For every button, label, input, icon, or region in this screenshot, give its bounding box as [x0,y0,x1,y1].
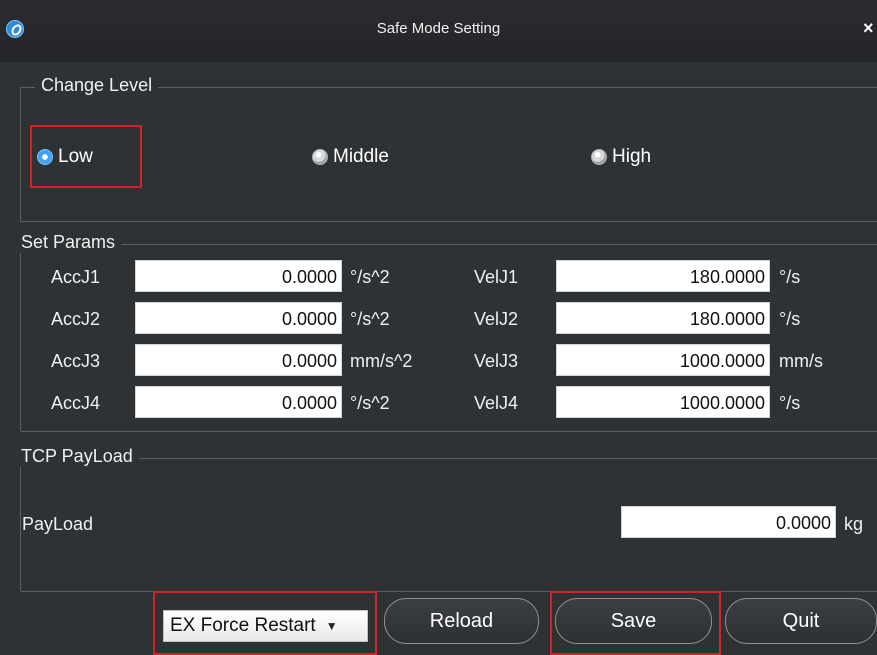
set-params-title: Set Params [15,232,122,253]
chevron-down-icon[interactable]: ▼ [326,619,338,633]
radio-middle[interactable]: Middle [312,146,389,168]
velj2-input[interactable]: 180.0000 [556,302,770,334]
accj2-input[interactable]: 0.0000 [135,302,342,334]
accj3-unit: mm/s^2 [350,351,413,371]
tcp-payload-title: TCP PayLoad [15,446,139,467]
change-level-group: Change Level [20,75,877,222]
change-level-title: Change Level [35,75,159,96]
window-header: Safe Mode Setting × [0,0,877,62]
velj1-unit: °/s [779,267,801,287]
payload-input[interactable]: 0.0000 [621,506,836,538]
accj1-label: AccJ1 [51,267,101,287]
safe-mode-panel: Change Level Low Middle High Set Params … [0,62,877,655]
save-button-label: Save [610,609,657,632]
radio-low-indicator[interactable] [37,149,53,165]
radio-middle-label: Middle [333,146,389,167]
accj3-label: AccJ3 [51,351,101,371]
velj4-unit: °/s [779,393,801,413]
radio-low-label: Low [58,146,93,167]
payload-label: PayLoad [22,514,94,534]
velj3-unit: mm/s [779,351,823,371]
accj2-unit: °/s^2 [350,309,390,329]
close-icon[interactable]: × [863,18,877,39]
reload-button[interactable]: Reload [384,598,539,644]
accj1-unit: °/s^2 [350,267,390,287]
velj4-input[interactable]: 1000.0000 [556,386,770,418]
radio-middle-indicator[interactable] [312,149,328,165]
quit-button-label: Quit [782,609,820,632]
accj1-input[interactable]: 0.0000 [135,260,342,292]
velj2-unit: °/s [779,309,801,329]
accj4-unit: °/s^2 [350,393,390,413]
window-title: Safe Mode Setting [376,20,501,37]
velj1-input[interactable]: 180.0000 [556,260,770,292]
restart-mode-dropdown[interactable]: EX Force Restart ▼ [163,610,368,642]
reload-button-label: Reload [429,609,494,632]
velj2-label: VelJ2 [474,309,519,329]
radio-low[interactable]: Low [37,146,93,168]
accj4-input[interactable]: 0.0000 [135,386,342,418]
accj4-label: AccJ4 [51,393,101,413]
radio-high[interactable]: High [591,146,651,168]
radio-high-indicator[interactable] [591,149,607,165]
velj3-label: VelJ3 [474,351,519,371]
save-button[interactable]: Save [555,598,712,644]
quit-button[interactable]: Quit [725,598,877,644]
velj3-input[interactable]: 1000.0000 [556,344,770,376]
accj2-label: AccJ2 [51,309,101,329]
radio-high-label: High [612,146,652,167]
restart-mode-value: EX Force Restart [170,615,316,636]
velj4-label: VelJ4 [474,393,519,413]
accj3-input[interactable]: 0.0000 [135,344,342,376]
payload-unit: kg [844,514,864,534]
velj1-label: VelJ1 [474,267,519,287]
